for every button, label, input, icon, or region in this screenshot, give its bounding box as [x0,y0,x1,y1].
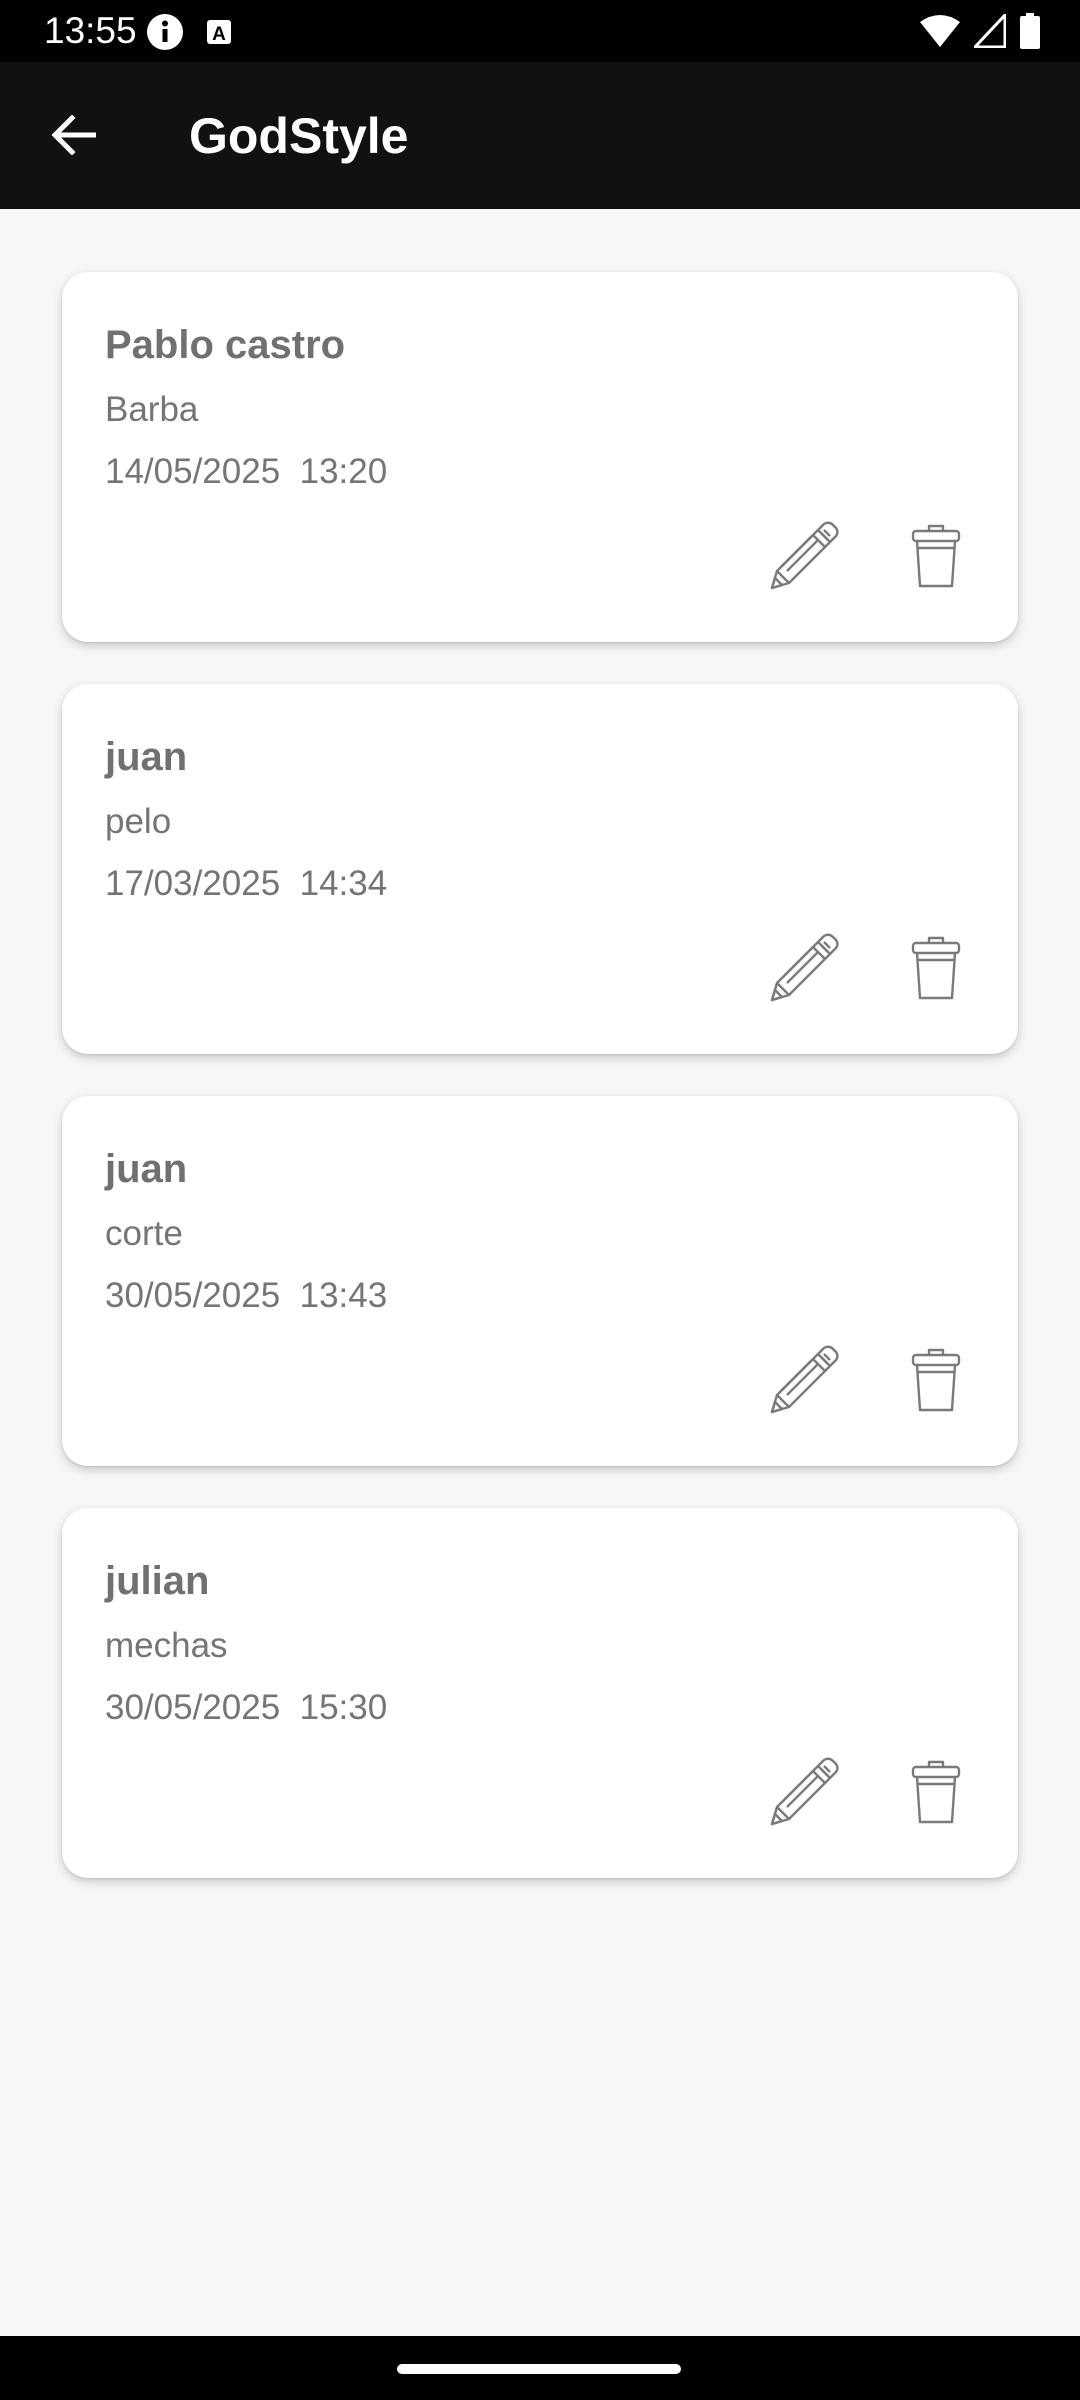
battery-icon [1020,13,1040,54]
trash-can-icon [909,934,963,1007]
edit-button[interactable] [764,1342,844,1422]
client-name: julian [105,1559,210,1603]
appointment-datetime: 30/05/2025 13:43 [105,1276,388,1315]
service-name: corte [105,1214,183,1253]
cellular-signal-icon [971,11,1007,53]
appointment-datetime: 17/03/2025 14:34 [105,864,388,903]
arrow-left-icon [50,113,97,160]
client-name: juan [105,1147,188,1191]
pencil-icon [767,519,841,598]
home-gesture-handle[interactable] [397,2364,681,2374]
appointment-card: juan pelo 17/03/2025 14:34 [62,684,1018,1054]
back-button[interactable] [38,102,108,172]
info-icon [146,13,184,56]
pencil-icon [767,1755,841,1834]
client-name: juan [105,735,188,779]
svg-text:A: A [212,24,226,45]
appointment-card: Pablo castro Barba 14/05/2025 13:20 [62,272,1018,642]
delete-button[interactable] [900,930,972,1010]
pencil-icon [767,1343,841,1422]
service-name: mechas [105,1626,228,1665]
appointment-datetime: 30/05/2025 15:30 [105,1688,388,1727]
appointment-list: Pablo castro Barba 14/05/2025 13:20 juan… [62,272,1018,1920]
a-badge-icon: A [204,17,234,52]
trash-can-icon [909,522,963,595]
app-bar: GodStyle [0,62,1080,209]
status-time: 13:55 [44,10,137,51]
edit-button[interactable] [764,930,844,1010]
appointment-datetime: 14/05/2025 13:20 [105,452,388,491]
edit-button[interactable] [764,1754,844,1834]
delete-button[interactable] [900,1754,972,1834]
delete-button[interactable] [900,1342,972,1422]
navigation-bar [0,2336,1080,2400]
status-bar: 13:55 A [0,0,1080,62]
delete-button[interactable] [900,518,972,598]
trash-can-icon [909,1758,963,1831]
trash-can-icon [909,1346,963,1419]
appointment-card: julian mechas 30/05/2025 15:30 [62,1508,1018,1878]
service-name: Barba [105,390,199,429]
service-name: pelo [105,802,172,841]
appointment-card: juan corte 30/05/2025 13:43 [62,1096,1018,1466]
pencil-icon [767,931,841,1010]
client-name: Pablo castro [105,323,346,367]
app-title: GodStyle [189,108,409,164]
wifi-icon [920,14,960,53]
edit-button[interactable] [764,518,844,598]
